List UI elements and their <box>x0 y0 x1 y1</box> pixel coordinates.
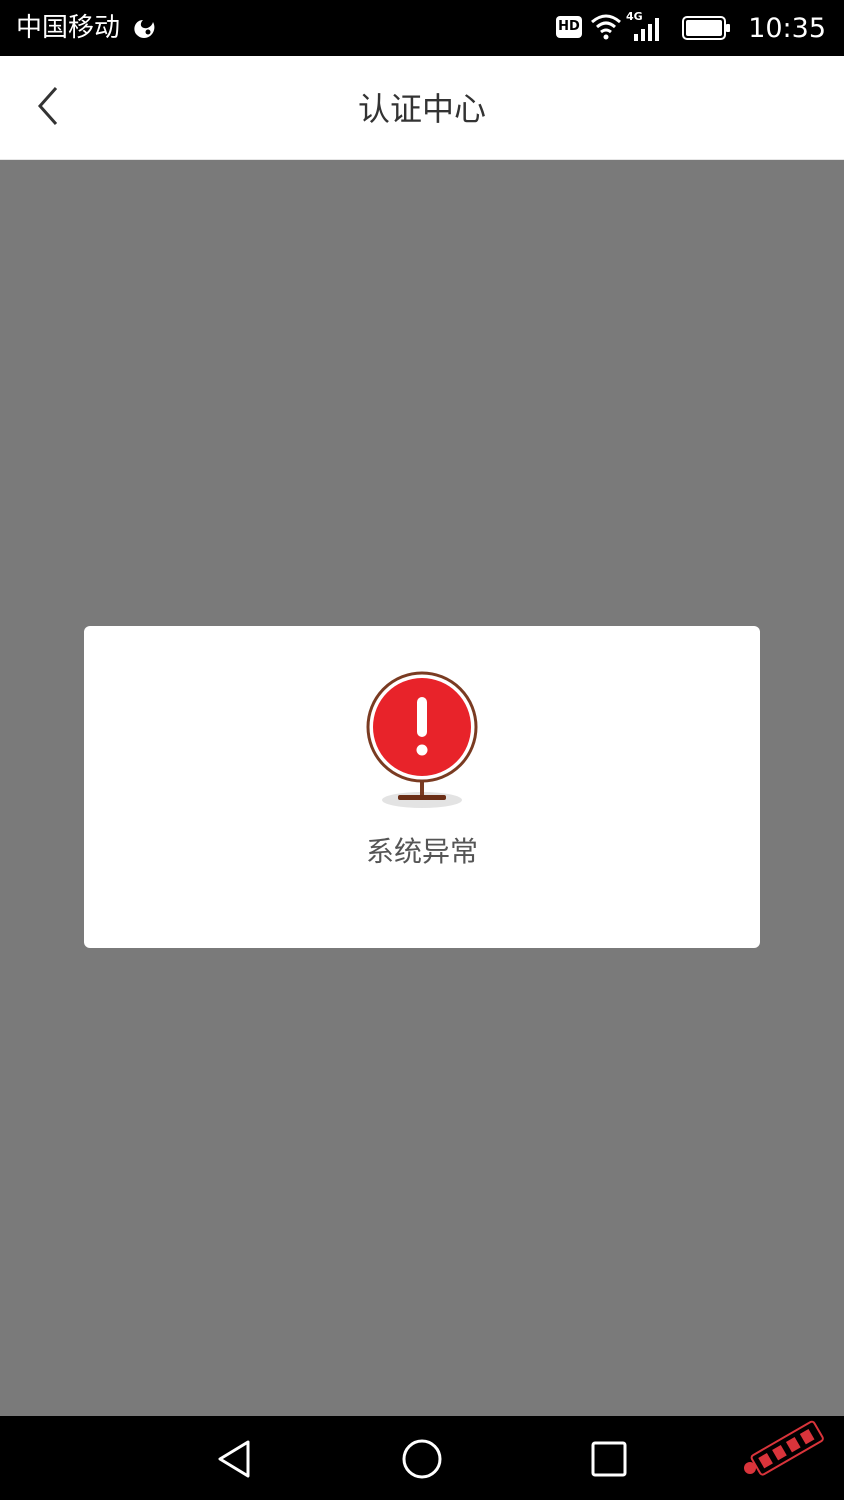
alert-exclamation-icon <box>364 670 480 814</box>
status-bar: 中国移动 HD 4G 10:35 <box>0 0 844 56</box>
error-message: 系统异常 <box>365 835 478 868</box>
system-navigation-bar <box>0 1416 844 1500</box>
back-triangle-icon[interactable] <box>210 1434 260 1484</box>
clock: 10:35 <box>748 13 826 44</box>
wifi-icon <box>590 13 622 45</box>
uc-browser-icon <box>130 14 158 46</box>
recent-square-icon[interactable] <box>584 1434 634 1484</box>
error-dialog: 系统异常 <box>84 626 760 948</box>
nav-bar: 认证中心 <box>0 56 844 160</box>
watermark-logo-icon <box>736 1418 836 1486</box>
carrier-name: 中国移动 <box>16 13 121 43</box>
home-circle-icon[interactable] <box>397 1434 447 1484</box>
page-title: 认证中心 <box>357 90 486 128</box>
hd-badge: HD <box>556 16 582 38</box>
battery-icon <box>682 16 732 44</box>
signal-icon <box>630 16 664 46</box>
